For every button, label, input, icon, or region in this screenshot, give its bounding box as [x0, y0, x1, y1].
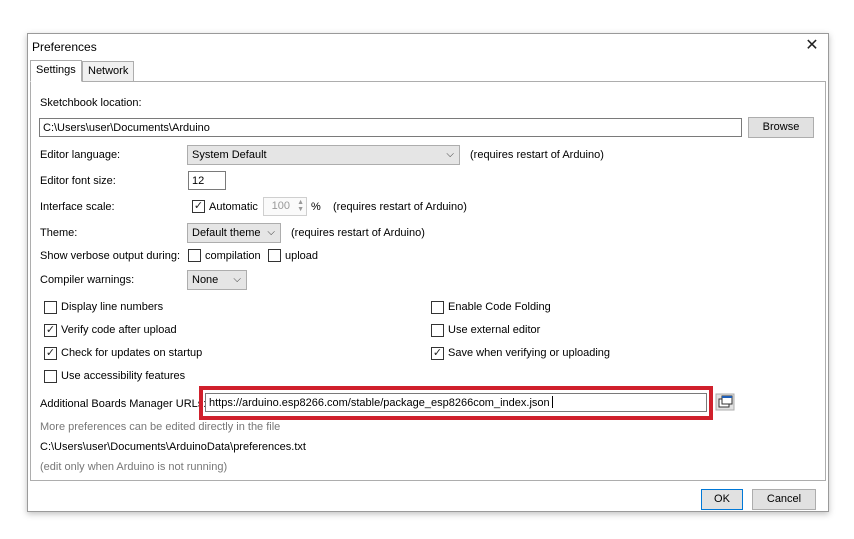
- chevron-down-icon: ⌵: [446, 149, 454, 160]
- preferences-dialog: Preferences ✕ Settings Network Sketchboo…: [27, 33, 829, 512]
- external-editor-checkbox[interactable]: [431, 324, 444, 337]
- compiler-warnings-select[interactable]: None ⌵: [187, 270, 247, 290]
- theme-label: Theme:: [40, 227, 78, 239]
- boards-urls-label: Additional Boards Manager URLs:: [40, 398, 207, 410]
- save-when-verifying-label: Save when verifying or uploading: [448, 347, 611, 359]
- settings-panel: Sketchbook location: C:\Users\user\Docum…: [30, 81, 826, 481]
- font-size-input[interactable]: 12: [188, 171, 226, 190]
- automatic-label: Automatic: [209, 201, 258, 213]
- close-icon[interactable]: ✕: [802, 36, 822, 56]
- boards-urls-input[interactable]: https://arduino.esp8266.com/stable/packa…: [205, 393, 707, 412]
- sketchbook-label: Sketchbook location:: [40, 97, 142, 109]
- display-line-numbers-label: Display line numbers: [61, 301, 164, 313]
- prefs-path: C:\Users\user\Documents\ArduinoData\pref…: [40, 441, 306, 453]
- cancel-button[interactable]: Cancel: [752, 489, 816, 510]
- verbose-label: Show verbose output during:: [40, 250, 181, 262]
- display-line-numbers-checkbox[interactable]: [44, 301, 57, 314]
- title-bar: Preferences ✕: [28, 34, 828, 60]
- window-edit-icon[interactable]: [715, 393, 735, 411]
- accessibility-label: Use accessibility features: [61, 370, 186, 382]
- compilation-checkbox[interactable]: [188, 249, 201, 262]
- boards-urls-value: https://arduino.esp8266.com/stable/packa…: [209, 397, 550, 409]
- spinner-arrows-icon[interactable]: ▲ ▼: [297, 199, 304, 213]
- accessibility-checkbox[interactable]: [44, 370, 57, 383]
- more-prefs-note: More preferences can be edited directly …: [40, 421, 281, 433]
- code-folding-checkbox[interactable]: [431, 301, 444, 314]
- chevron-down-icon: ⌵: [233, 274, 241, 285]
- verify-code-checkbox[interactable]: ✓: [44, 324, 57, 337]
- interface-scale-label: Interface scale:: [40, 201, 115, 213]
- upload-checkbox[interactable]: [268, 249, 281, 262]
- sketchbook-input[interactable]: C:\Users\user\Documents\Arduino: [39, 118, 742, 137]
- scale-unit: %: [311, 201, 321, 213]
- verify-code-label: Verify code after upload: [61, 324, 177, 336]
- tab-settings[interactable]: Settings: [30, 60, 82, 82]
- compiler-warnings-label: Compiler warnings:: [40, 274, 135, 286]
- chevron-down-icon: ⌵: [267, 227, 275, 238]
- compilation-label: compilation: [205, 250, 261, 262]
- compiler-warnings-value: None: [192, 274, 219, 286]
- upload-label: upload: [285, 250, 319, 262]
- tab-network[interactable]: Network: [82, 61, 135, 82]
- save-when-verifying-checkbox[interactable]: ✓: [431, 347, 444, 360]
- theme-value: Default theme: [192, 227, 261, 239]
- external-editor-label: Use external editor: [448, 324, 541, 336]
- ok-button[interactable]: OK: [701, 489, 743, 510]
- check-updates-checkbox[interactable]: ✓: [44, 347, 57, 360]
- code-folding-label: Enable Code Folding: [448, 301, 551, 313]
- editor-language-label: Editor language:: [40, 149, 121, 161]
- scale-value: 100: [271, 200, 290, 212]
- editor-language-value: System Default: [192, 149, 267, 161]
- scale-stepper[interactable]: 100 ▲ ▼: [263, 197, 307, 216]
- editor-language-select[interactable]: System Default ⌵: [187, 145, 460, 165]
- text-cursor: [551, 396, 553, 408]
- interface-scale-note: (requires restart of Arduino): [333, 201, 467, 213]
- font-size-label: Editor font size:: [40, 175, 116, 187]
- check-updates-label: Check for updates on startup: [61, 347, 203, 359]
- edit-note: (edit only when Arduino is not running): [40, 461, 228, 473]
- theme-select[interactable]: Default theme ⌵: [187, 223, 281, 243]
- theme-note: (requires restart of Arduino): [291, 227, 425, 239]
- browse-button[interactable]: Browse: [748, 117, 814, 138]
- window-title: Preferences: [32, 40, 97, 54]
- automatic-checkbox[interactable]: ✓: [192, 200, 205, 213]
- editor-language-note: (requires restart of Arduino): [470, 149, 604, 161]
